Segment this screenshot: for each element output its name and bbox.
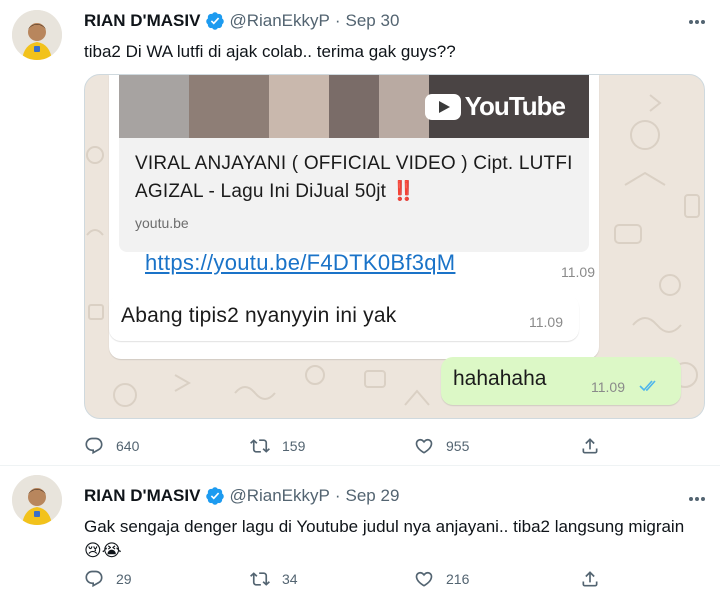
tweet[interactable]: RIAN D'MASIV @RianEkkyP · Sep 29 Gak sen… xyxy=(0,467,720,600)
author-handle[interactable]: @RianEkkyP xyxy=(229,486,329,506)
link-preview-domain: youtu.be xyxy=(135,215,189,231)
message-time: 11.09 xyxy=(561,264,595,280)
author-name[interactable]: RIAN D'MASIV xyxy=(84,11,200,31)
like-count: 216 xyxy=(446,571,470,587)
more-icon[interactable] xyxy=(686,488,708,510)
tweet[interactable]: RIAN D'MASIV @RianEkkyP · Sep 30 tiba2 D… xyxy=(0,0,720,466)
tweet-actions: 640 159 955 xyxy=(84,436,604,456)
message-text: hahahaha xyxy=(453,367,547,390)
tweet-text: tiba2 Di WA lutfi di ajak colab.. terima… xyxy=(84,42,456,61)
reply-icon xyxy=(85,570,103,588)
tweet-date[interactable]: Sep 29 xyxy=(346,486,400,506)
share-icon xyxy=(582,438,598,454)
tweet-media[interactable]: YouTube VIRAL ANJAYANI ( OFFICIAL VIDEO … xyxy=(84,74,705,419)
like-icon xyxy=(415,438,433,454)
tweet-text: Gak sengaja denger lagu di Youtube judul… xyxy=(84,517,685,560)
author-handle[interactable]: @RianEkkyP xyxy=(229,11,329,31)
like-button[interactable]: 216 xyxy=(414,569,469,589)
verified-icon xyxy=(205,486,225,506)
separator-dot: · xyxy=(334,486,341,505)
tweet-date[interactable]: Sep 30 xyxy=(346,11,400,31)
youtube-icon: YouTube xyxy=(424,91,566,122)
double-check-icon xyxy=(639,379,659,397)
reply-count: 640 xyxy=(116,438,140,454)
message-time: 11.09 xyxy=(529,314,563,330)
retweet-count: 159 xyxy=(282,438,306,454)
share-button[interactable] xyxy=(580,436,600,456)
reply-button[interactable]: 29 xyxy=(84,569,132,589)
retweet-icon xyxy=(250,572,270,586)
youtube-wordmark: YouTube xyxy=(464,91,566,121)
retweet-button[interactable]: 34 xyxy=(250,569,298,589)
retweet-button[interactable]: 159 xyxy=(250,436,305,456)
reply-count: 29 xyxy=(116,571,132,587)
more-icon[interactable] xyxy=(686,11,708,33)
retweet-count: 34 xyxy=(282,571,298,587)
share-button[interactable] xyxy=(580,569,600,589)
avatar[interactable] xyxy=(12,10,62,60)
chat-link[interactable]: https://youtu.be/F4DTK0Bf3qM xyxy=(145,250,455,276)
link-preview-title: VIRAL ANJAYANI ( OFFICIAL VIDEO ) Cipt. … xyxy=(135,153,573,202)
like-count: 955 xyxy=(446,438,470,454)
avatar[interactable] xyxy=(12,475,62,525)
share-icon xyxy=(582,571,598,587)
message-text: Abang tipis2 nyanyyin ini yak xyxy=(121,304,397,327)
message-time: 11.09 xyxy=(591,379,625,395)
tweet-actions: 29 34 216 xyxy=(84,569,604,589)
author-name[interactable]: RIAN D'MASIV xyxy=(84,486,200,506)
separator-dot: · xyxy=(334,11,341,30)
reply-icon xyxy=(85,437,103,455)
outgoing-message[interactable]: hahahaha 11.09 xyxy=(441,357,681,405)
like-button[interactable]: 955 xyxy=(414,436,469,456)
reply-button[interactable]: 640 xyxy=(84,436,139,456)
retweet-icon xyxy=(250,439,270,453)
link-preview-card[interactable]: YouTube VIRAL ANJAYANI ( OFFICIAL VIDEO … xyxy=(119,75,589,252)
incoming-message[interactable]: Abang tipis2 nyanyyin ini yak 11.09 xyxy=(109,295,579,341)
verified-icon xyxy=(205,11,225,31)
like-icon xyxy=(415,571,433,587)
